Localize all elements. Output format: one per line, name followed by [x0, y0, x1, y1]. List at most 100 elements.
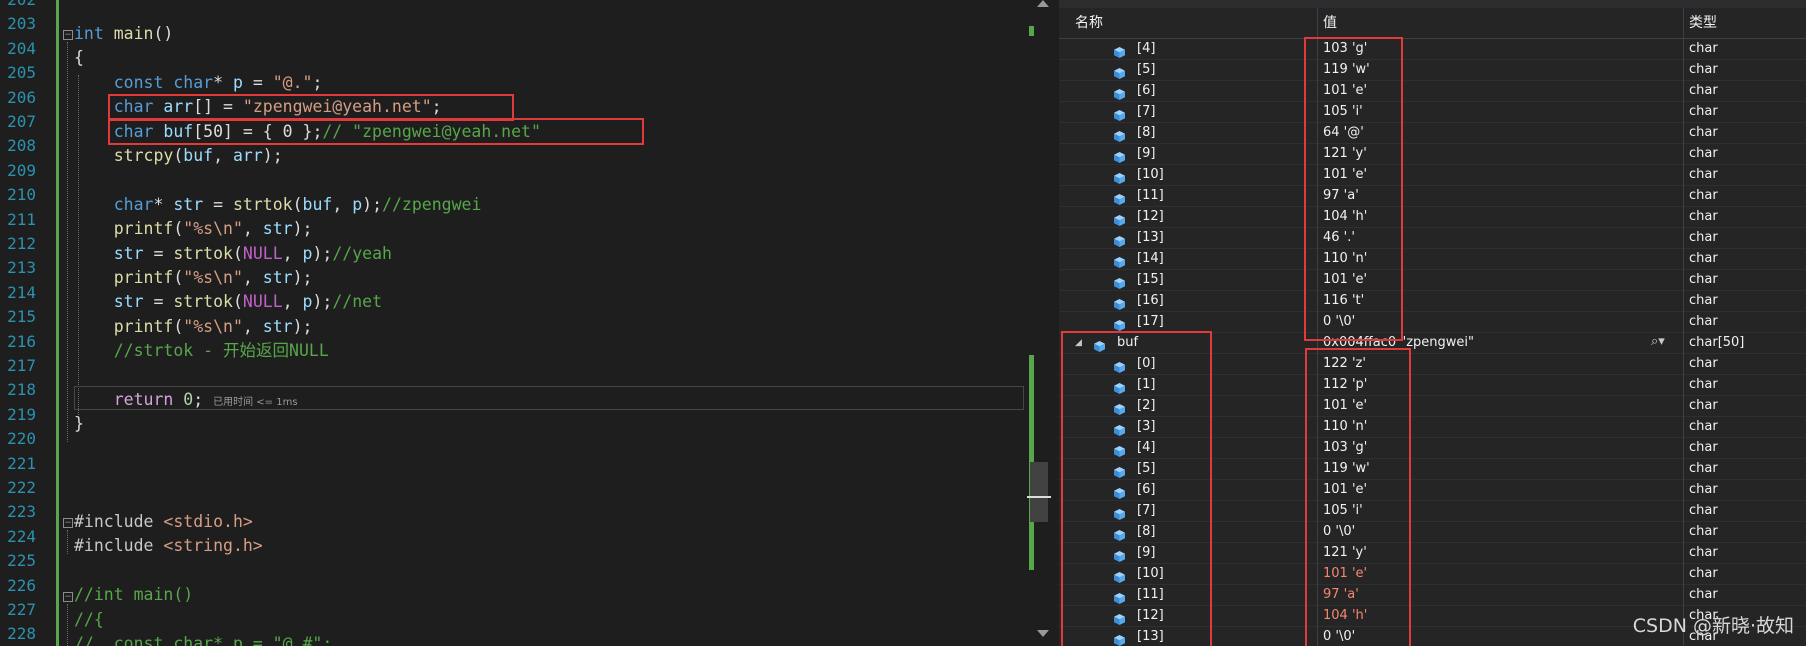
watch-type: char: [1689, 398, 1718, 413]
line-number: 228: [7, 624, 36, 644]
line-number: 204: [7, 38, 36, 58]
fold-toggle-icon[interactable]: −: [63, 592, 73, 602]
line-number: 218: [7, 380, 36, 400]
watch-type: char[50]: [1689, 335, 1745, 350]
variable-cube-icon: [1114, 85, 1125, 100]
watch-row-arr-element[interactable]: [13] 46 '.' char: [1059, 227, 1806, 249]
line-number: 211: [7, 209, 36, 229]
cell-divider: [1683, 248, 1684, 269]
watch-name: [12]: [1137, 209, 1164, 224]
watch-type: char: [1689, 125, 1718, 140]
fold-toggle-icon[interactable]: −: [63, 518, 73, 528]
watch-name: [17]: [1137, 314, 1164, 329]
watch-row-arr-element[interactable]: [9] 121 'y' char: [1059, 143, 1806, 165]
watch-row-arr-element[interactable]: [6] 101 'e' char: [1059, 80, 1806, 102]
variable-cube-icon: [1114, 253, 1125, 268]
watch-name: [7]: [1137, 104, 1156, 119]
variable-cube-icon: [1114, 274, 1125, 289]
code-line-228: // const char* p = "@.#";: [74, 634, 333, 646]
watch-type: char: [1689, 482, 1718, 497]
line-number: 203: [7, 14, 36, 34]
column-header-type[interactable]: 类型: [1689, 8, 1717, 38]
watch-row-arr-element[interactable]: [5] 119 'w' char: [1059, 59, 1806, 81]
watch-row-arr-element[interactable]: [11] 97 'a' char: [1059, 185, 1806, 207]
watch-name: [6]: [1137, 83, 1156, 98]
cell-divider: [1683, 80, 1684, 101]
variable-cube-icon: [1114, 169, 1125, 184]
annotation-box-arr-values: [1304, 37, 1403, 341]
fold-region-line: [67, 42, 69, 442]
code-line-212: str = strtok(NULL, p);//yeah: [113, 244, 392, 263]
scroll-change-marker: [1029, 26, 1034, 36]
watch-name: [11]: [1137, 188, 1164, 203]
watch-row-arr-element[interactable]: [8] 64 '@' char: [1059, 122, 1806, 144]
variable-cube-icon: [1114, 211, 1125, 226]
watch-row-arr-element[interactable]: [15] 101 'e' char: [1059, 269, 1806, 291]
cell-divider: [1683, 584, 1684, 605]
watch-type: char: [1689, 62, 1718, 77]
cell-divider: [1683, 332, 1684, 353]
line-number: 224: [7, 526, 36, 546]
cell-divider: [1683, 185, 1684, 206]
watch-row-arr-element[interactable]: [16] 116 't' char: [1059, 290, 1806, 312]
annotation-box-buf-names: [1061, 331, 1212, 646]
watch-name: [13]: [1137, 230, 1164, 245]
watch-type: char: [1689, 356, 1718, 371]
scroll-up-icon[interactable]: [1037, 0, 1049, 7]
line-number: 202: [0, 0, 36, 12]
watch-row-arr-element[interactable]: [7] 105 'i' char: [1059, 101, 1806, 123]
watch-row-arr-element[interactable]: [17] 0 '\0' char: [1059, 311, 1806, 333]
scroll-thumb[interactable]: [1030, 462, 1048, 522]
caret-position-marker: [1027, 496, 1051, 498]
cell-divider: [1683, 542, 1684, 563]
cell-divider: [1683, 269, 1684, 290]
watch-panel[interactable]: 名称 值 类型 [4] 103 'g' char [5] 119 'w' char [6] 1…: [1059, 0, 1806, 646]
watch-name: [16]: [1137, 293, 1164, 308]
cell-divider: [1683, 479, 1684, 500]
watch-type: char: [1689, 314, 1718, 329]
watch-name: [9]: [1137, 146, 1156, 161]
cell-divider: [1683, 143, 1684, 164]
cell-divider: [1683, 227, 1684, 248]
elapsed-time-hint: 已用时间 <= 1ms: [213, 397, 298, 408]
code-line-219: }: [74, 414, 84, 433]
column-divider[interactable]: [1683, 8, 1684, 38]
code-line-223: #include <stdio.h>: [74, 512, 253, 531]
code-line-210: char* str = strtok(buf, p);//zpengwei: [113, 195, 482, 214]
code-line-213: printf("%s\n", str);: [113, 268, 313, 287]
fold-toggle-icon[interactable]: −: [63, 30, 73, 40]
watch-row-arr-element[interactable]: [12] 104 'h' char: [1059, 206, 1806, 228]
watch-row-arr-element[interactable]: [14] 110 'n' char: [1059, 248, 1806, 270]
code-line-203: int main(): [74, 24, 174, 43]
code-editor[interactable]: 202 203 204 205 206 207 208 209 210 211 212 213 214 2…: [0, 0, 1059, 646]
annotation-box-buf: [108, 118, 644, 145]
variable-cube-icon: [1114, 190, 1125, 205]
watch-type: char: [1689, 293, 1718, 308]
watch-name: [5]: [1137, 62, 1156, 77]
code-line-227: //{: [74, 610, 104, 629]
watch-type: char: [1689, 440, 1718, 455]
watch-type: char: [1689, 272, 1718, 287]
watch-type: char: [1689, 419, 1718, 434]
scroll-down-icon[interactable]: [1037, 630, 1049, 637]
editor-vertical-scrollbar[interactable]: [1027, 0, 1059, 646]
line-number: 216: [7, 331, 36, 351]
watch-row-arr-element[interactable]: [4] 103 'g' char: [1059, 38, 1806, 60]
column-header-name[interactable]: 名称: [1075, 8, 1103, 38]
text-visualizer-icon[interactable]: ⌕▾: [1651, 334, 1665, 349]
watch-name: [14]: [1137, 251, 1164, 266]
column-header-value[interactable]: 值: [1323, 8, 1337, 38]
watch-type: char: [1689, 503, 1718, 518]
variable-cube-icon: [1114, 43, 1125, 58]
watch-type: char: [1689, 209, 1718, 224]
column-divider[interactable]: [1317, 8, 1318, 38]
variable-cube-icon: [1114, 232, 1125, 247]
watch-row-arr-element[interactable]: [10] 101 'e' char: [1059, 164, 1806, 186]
line-number: 222: [7, 478, 36, 497]
cell-divider: [1683, 311, 1684, 332]
watch-type: char: [1689, 230, 1718, 245]
annotation-box-arr: [108, 94, 514, 121]
variable-cube-icon: [1114, 106, 1125, 121]
line-number: 212: [7, 234, 36, 253]
cell-divider: [1683, 206, 1684, 227]
